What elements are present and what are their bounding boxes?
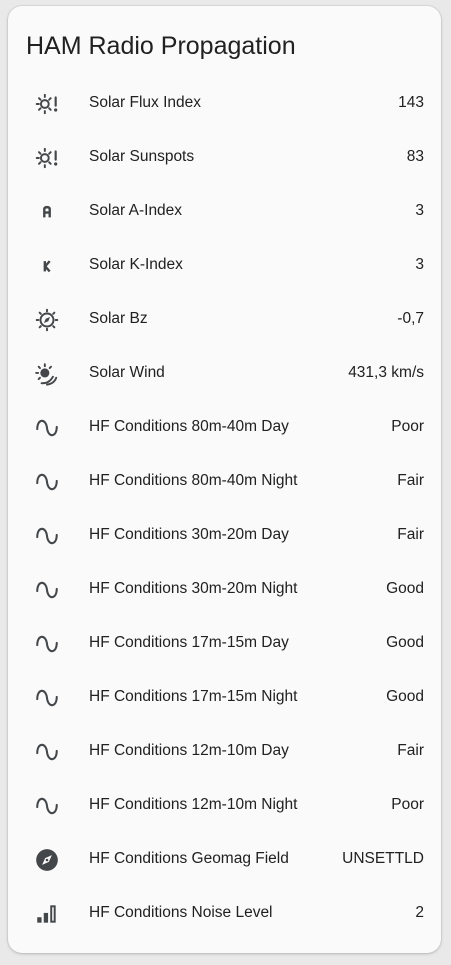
entity-list: Solar Flux Index 143 Solar Sunspots 83 S… bbox=[8, 76, 441, 940]
entity-row-hf-30m-20m-night[interactable]: HF Conditions 30m-20m Night Good bbox=[8, 562, 441, 616]
letter-k-icon bbox=[34, 253, 60, 279]
entity-value: Poor bbox=[391, 796, 424, 813]
entity-label: Solar Sunspots bbox=[89, 148, 195, 165]
entity-row-hf-noise-level[interactable]: HF Conditions Noise Level 2 bbox=[8, 886, 441, 940]
entity-row-solar-a-index[interactable]: Solar A-Index 3 bbox=[8, 184, 441, 238]
signal-bars-icon bbox=[34, 901, 60, 927]
entity-row-hf-30m-20m-day[interactable]: HF Conditions 30m-20m Day Fair bbox=[8, 508, 441, 562]
entity-value: Poor bbox=[391, 418, 424, 435]
entity-label: Solar Flux Index bbox=[89, 94, 201, 111]
sine-wave-icon bbox=[34, 415, 60, 441]
entity-label: Solar A-Index bbox=[89, 202, 183, 219]
compass-icon bbox=[34, 847, 60, 873]
entity-label: Solar K-Index bbox=[89, 256, 183, 273]
entity-row-solar-wind[interactable]: Solar Wind 431,3 km/s bbox=[8, 346, 441, 400]
sun-compass-icon bbox=[34, 307, 60, 333]
entity-label: HF Conditions Geomag Field bbox=[89, 850, 289, 867]
entity-label: HF Conditions 12m-10m Day bbox=[89, 742, 289, 759]
entity-value: Fair bbox=[397, 742, 424, 759]
entity-label: HF Conditions 17m-15m Night bbox=[89, 688, 298, 705]
entity-value: Good bbox=[386, 688, 424, 705]
entity-row-hf-17m-15m-day[interactable]: HF Conditions 17m-15m Day Good bbox=[8, 616, 441, 670]
entity-label: Solar Bz bbox=[89, 310, 148, 327]
entity-value: Fair bbox=[397, 472, 424, 489]
entity-row-hf-12m-10m-day[interactable]: HF Conditions 12m-10m Day Fair bbox=[8, 724, 441, 778]
entity-row-solar-k-index[interactable]: Solar K-Index 3 bbox=[8, 238, 441, 292]
entity-label: HF Conditions 30m-20m Night bbox=[89, 580, 298, 597]
entity-row-hf-geomag-field[interactable]: HF Conditions Geomag Field UNSETTLD bbox=[8, 832, 441, 886]
entity-value: 83 bbox=[406, 148, 424, 165]
sine-wave-icon bbox=[34, 577, 60, 603]
entity-row-solar-flux-index[interactable]: Solar Flux Index 143 bbox=[8, 76, 441, 130]
entity-value: 3 bbox=[415, 202, 424, 219]
entity-row-hf-12m-10m-night[interactable]: HF Conditions 12m-10m Night Poor bbox=[8, 778, 441, 832]
entity-row-solar-bz[interactable]: Solar Bz -0,7 bbox=[8, 292, 441, 346]
entity-label: HF Conditions Noise Level bbox=[89, 904, 273, 921]
entity-value: Fair bbox=[397, 526, 424, 543]
entity-value: Good bbox=[386, 634, 424, 651]
entity-label: HF Conditions 80m-40m Day bbox=[89, 418, 289, 435]
propagation-card: HAM Radio Propagation Solar Flux Index 1… bbox=[8, 6, 441, 953]
sine-wave-icon bbox=[34, 793, 60, 819]
entity-label: HF Conditions 80m-40m Night bbox=[89, 472, 298, 489]
sine-wave-icon bbox=[34, 739, 60, 765]
sun-alert-icon bbox=[34, 145, 60, 171]
entity-label: HF Conditions 30m-20m Day bbox=[89, 526, 289, 543]
sine-wave-icon bbox=[34, 631, 60, 657]
entity-row-hf-80m-40m-day[interactable]: HF Conditions 80m-40m Day Poor bbox=[8, 400, 441, 454]
entity-value: -0,7 bbox=[397, 310, 424, 327]
sine-wave-icon bbox=[34, 469, 60, 495]
sine-wave-icon bbox=[34, 685, 60, 711]
card-title: HAM Radio Propagation bbox=[26, 32, 296, 60]
entity-label: Solar Wind bbox=[89, 364, 165, 381]
entity-value: 3 bbox=[415, 256, 424, 273]
entity-value: UNSETTLD bbox=[342, 850, 424, 867]
entity-label: HF Conditions 17m-15m Day bbox=[89, 634, 289, 651]
entity-row-hf-80m-40m-night[interactable]: HF Conditions 80m-40m Night Fair bbox=[8, 454, 441, 508]
entity-value: 2 bbox=[415, 904, 424, 921]
entity-label: HF Conditions 12m-10m Night bbox=[89, 796, 298, 813]
entity-value: 143 bbox=[398, 94, 424, 111]
sine-wave-icon bbox=[34, 523, 60, 549]
entity-value: 431,3 km/s bbox=[348, 364, 424, 381]
entity-value: Good bbox=[386, 580, 424, 597]
letter-a-icon bbox=[34, 199, 60, 225]
sun-alert-icon bbox=[34, 91, 60, 117]
entity-row-solar-sunspots[interactable]: Solar Sunspots 83 bbox=[8, 130, 441, 184]
entity-row-hf-17m-15m-night[interactable]: HF Conditions 17m-15m Night Good bbox=[8, 670, 441, 724]
sun-wind-icon bbox=[34, 361, 60, 387]
